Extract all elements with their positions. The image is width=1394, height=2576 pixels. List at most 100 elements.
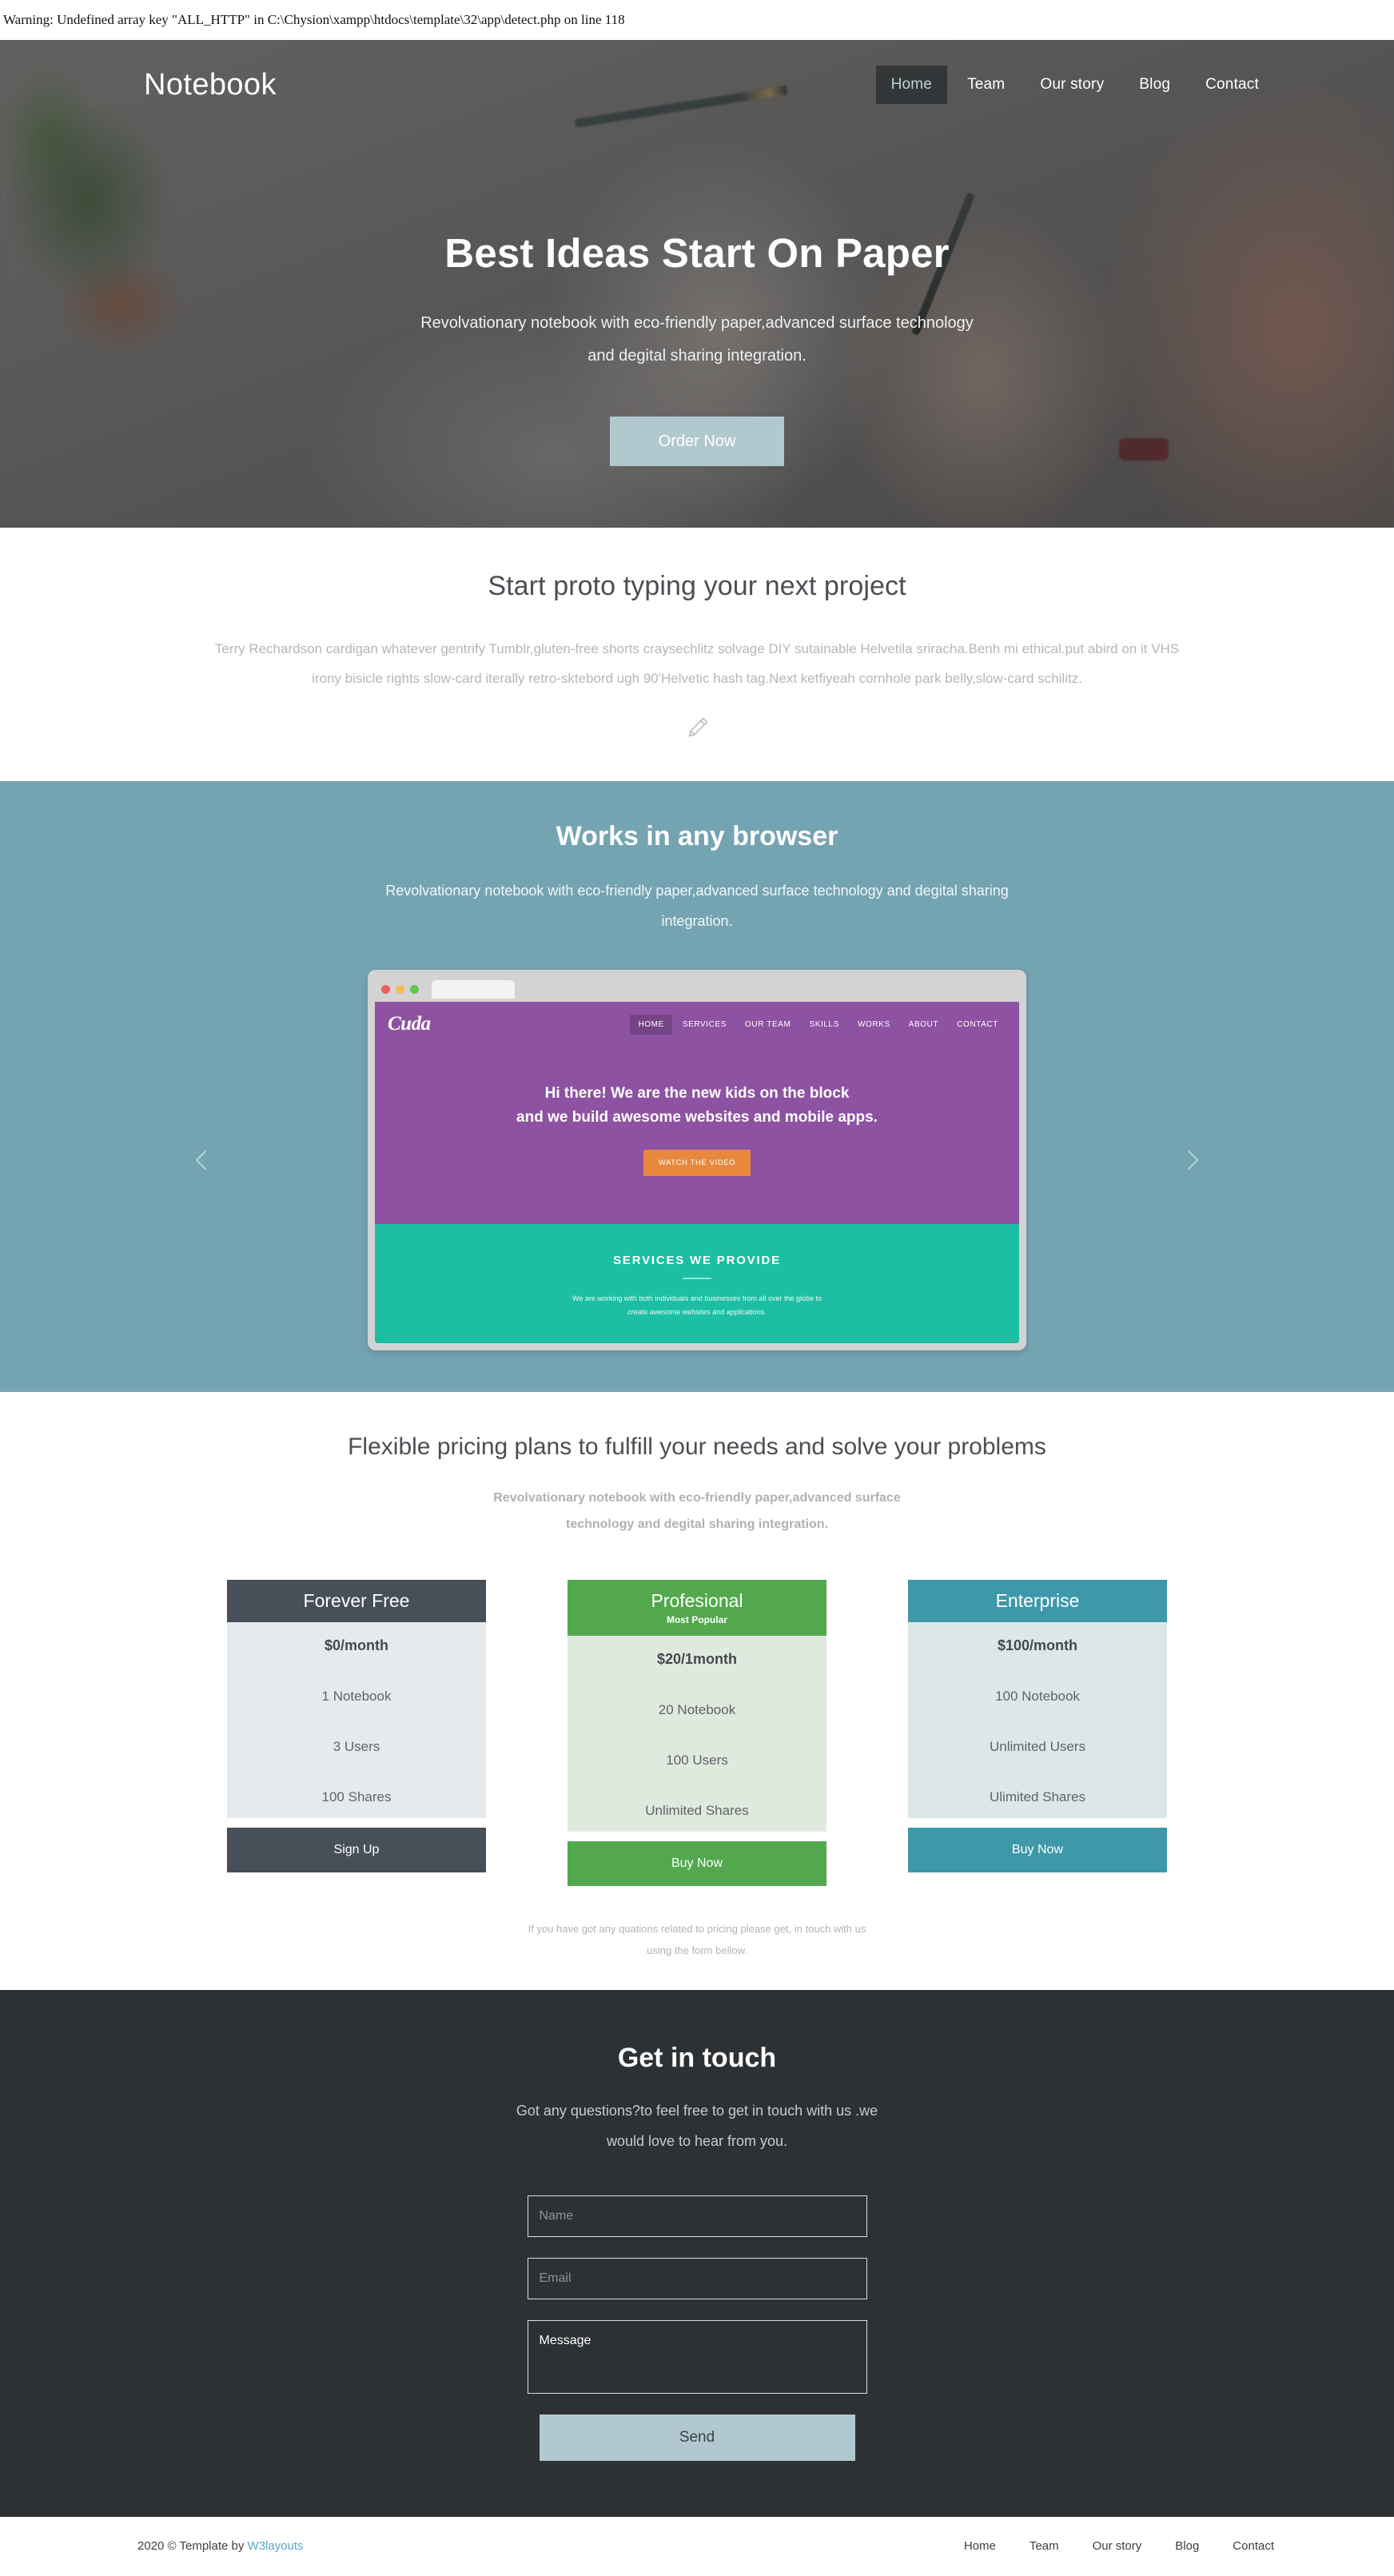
email-input[interactable] (527, 2257, 867, 2299)
pricing-section: Flexible pricing plans to fulfill your n… (0, 1391, 1394, 1991)
plan-feature: 100 Users (666, 1752, 728, 1768)
contact-subtitle-line2: would love to hear from you. (606, 2133, 788, 2150)
pricing-lead: Revolvationary notebook with eco-friendl… (449, 1485, 945, 1538)
plan-header: Enterprise (908, 1579, 1167, 1622)
maximize-dot-icon[interactable] (410, 985, 419, 995)
watch-video-button[interactable]: WATCH THE VIDEO (643, 1150, 751, 1177)
chevron-right-icon[interactable] (1173, 1142, 1210, 1178)
plan-header: Forever Free (227, 1579, 486, 1622)
browser-mockup: Cuda HOME SERVICES OUR TEAM SKILLS WORKS… (368, 970, 1026, 1350)
close-dot-icon[interactable] (381, 985, 390, 995)
hero-section: Notebook Home Team Our story Blog Contac… (0, 40, 1394, 528)
cuda-nav-skills[interactable]: SKILLS (801, 1015, 847, 1035)
top-navigation-bar: Notebook Home Team Our story Blog Contac… (0, 40, 1394, 130)
pricing-lead-line1: Revolvationary notebook with eco-friendl… (493, 1490, 901, 1505)
prototyping-paragraph: Terry Rechardson cardigan whatever gentr… (214, 641, 1180, 687)
pricing-card-enterprise: Enterprise $100/month 100 Notebook Unlim… (908, 1579, 1167, 1886)
cuda-nav-home[interactable]: HOME (630, 1014, 672, 1035)
cuda-nav-contact[interactable]: CONTACT (949, 1015, 1006, 1035)
main-nav: Home Team Our story Blog Contact (875, 66, 1274, 104)
nav-item-blog[interactable]: Blog (1124, 66, 1185, 104)
pricing-lead-line2: technology and degital sharing integrati… (565, 1517, 829, 1532)
plan-body: $20/1month 20 Notebook 100 Users Unlimit… (568, 1635, 826, 1832)
plan-feature: Ulimited Shares (990, 1788, 1085, 1804)
plan-name: Profesional (651, 1589, 743, 1611)
site-logo[interactable]: Notebook (144, 68, 277, 102)
plan-feature: 1 Notebook (321, 1688, 392, 1704)
cuda-headline-line1: Hi there! We are the new kids on the blo… (544, 1085, 850, 1103)
copyright: 2020 © Template by W3layouts (137, 2539, 304, 2553)
plan-feature: Unlimited Shares (645, 1802, 749, 1818)
footer-nav: Home Team Our story Blog Contact (964, 2539, 1274, 2553)
nav-item-team[interactable]: Team (952, 66, 1020, 104)
nav-item-our-story[interactable]: Our story (1025, 66, 1119, 104)
copyright-text: 2020 © Template by (137, 2539, 248, 2554)
order-now-button[interactable]: Order Now (610, 417, 784, 466)
sign-up-button[interactable]: Sign Up (227, 1827, 486, 1872)
browser-section-heading: Works in any browser (556, 820, 838, 851)
cuda-navbar: Cuda HOME SERVICES OUR TEAM SKILLS WORKS… (375, 1002, 1019, 1043)
cuda-divider (683, 1278, 711, 1280)
hero-content: Best Ideas Start On Paper Revolvationary… (0, 130, 1394, 466)
pricing-card-forever-free: Forever Free $0/month 1 Notebook 3 Users… (227, 1579, 486, 1886)
footer-nav-blog[interactable]: Blog (1175, 2539, 1199, 2553)
plan-name: Enterprise (995, 1589, 1080, 1611)
message-textarea[interactable] (527, 2319, 867, 2394)
browser-chrome-bar (375, 977, 1019, 1002)
name-input[interactable] (527, 2195, 867, 2237)
plan-price: $0/month (324, 1637, 388, 1653)
cuda-logo[interactable]: Cuda (388, 1013, 431, 1035)
php-warning-message: Warning: Undefined array key "ALL_HTTP" … (0, 0, 1394, 40)
browser-section-subtitle: Revolvationary notebook with eco-friendl… (385, 882, 1009, 929)
w3layouts-link[interactable]: W3layouts (248, 2539, 304, 2553)
cuda-nav-works[interactable]: WORKS (850, 1015, 898, 1035)
plan-price: $100/month (997, 1637, 1078, 1653)
site-footer: 2020 © Template by W3layouts Home Team O… (0, 2516, 1394, 2576)
cuda-services-line2: create awesome websites and applications… (627, 1307, 767, 1316)
prototyping-heading: Start proto typing your next project (488, 571, 906, 601)
nav-item-contact[interactable]: Contact (1190, 66, 1274, 104)
cuda-hero: Hi there! We are the new kids on the blo… (375, 1043, 1019, 1224)
pricing-note: If you have got any quations related to … (473, 1918, 921, 1962)
pricing-card-profesional: Profesional Most Popular $20/1month 20 N… (568, 1579, 826, 1886)
plan-feature: Unlimited Users (990, 1738, 1085, 1754)
plan-name: Forever Free (303, 1589, 410, 1611)
footer-nav-contact[interactable]: Contact (1233, 2539, 1274, 2553)
cuda-nav-about[interactable]: ABOUT (901, 1015, 946, 1035)
plan-feature: 100 Notebook (995, 1688, 1080, 1704)
cuda-services-title: SERVICES WE PROVIDE (613, 1254, 781, 1268)
contact-heading: Get in touch (617, 2043, 777, 2074)
footer-nav-our-story[interactable]: Our story (1093, 2539, 1142, 2553)
pricing-note-line2: using the form bellow. (647, 1944, 747, 1957)
contact-subtitle: Got any questions?to feel free to get in… (441, 2096, 953, 2157)
plan-feature: 20 Notebook (658, 1701, 736, 1717)
buy-now-button-enterprise[interactable]: Buy Now (908, 1827, 1167, 1872)
plan-body: $100/month 100 Notebook Unlimited Users … (908, 1621, 1167, 1818)
footer-nav-team[interactable]: Team (1030, 2539, 1059, 2553)
cuda-nav-links: HOME SERVICES OUR TEAM SKILLS WORKS ABOU… (630, 1014, 1006, 1035)
cuda-nav-services[interactable]: SERVICES (675, 1015, 735, 1035)
contact-subtitle-line1: Got any questions?to feel free to get in… (516, 2103, 878, 2119)
chevron-left-icon[interactable] (184, 1142, 221, 1178)
plan-badge: Most Popular (666, 1613, 727, 1625)
cuda-nav-our-team[interactable]: OUR TEAM (737, 1015, 799, 1035)
contact-section: Get in touch Got any questions?to feel f… (0, 1990, 1394, 2517)
plan-body: $0/month 1 Notebook 3 Users 100 Shares (227, 1621, 486, 1818)
browser-compat-section: Works in any browser Revolvationary note… (0, 780, 1394, 1392)
buy-now-button-pro[interactable]: Buy Now (568, 1840, 826, 1886)
send-button[interactable]: Send (539, 2414, 855, 2461)
minimize-dot-icon[interactable] (396, 985, 404, 995)
hero-title: Best Ideas Start On Paper (444, 230, 950, 276)
browser-viewport: Cuda HOME SERVICES OUR TEAM SKILLS WORKS… (375, 1002, 1019, 1343)
contact-form: Send (527, 2195, 867, 2461)
window-control-dots (381, 985, 419, 995)
footer-nav-home[interactable]: Home (964, 2539, 996, 2553)
carousel: Cuda HOME SERVICES OUR TEAM SKILLS WORKS… (0, 970, 1394, 1350)
cuda-services-line1: We are working with both individuals and… (572, 1294, 822, 1303)
cuda-services-block: SERVICES WE PROVIDE We are working with … (375, 1224, 1019, 1343)
browser-tab[interactable] (432, 980, 515, 999)
plan-feature: 100 Shares (321, 1788, 392, 1804)
pricing-note-line1: If you have got any quations related to … (528, 1922, 866, 1935)
nav-item-home[interactable]: Home (875, 66, 948, 104)
cuda-headline-line2: and we build awesome websites and mobile… (516, 1108, 878, 1126)
